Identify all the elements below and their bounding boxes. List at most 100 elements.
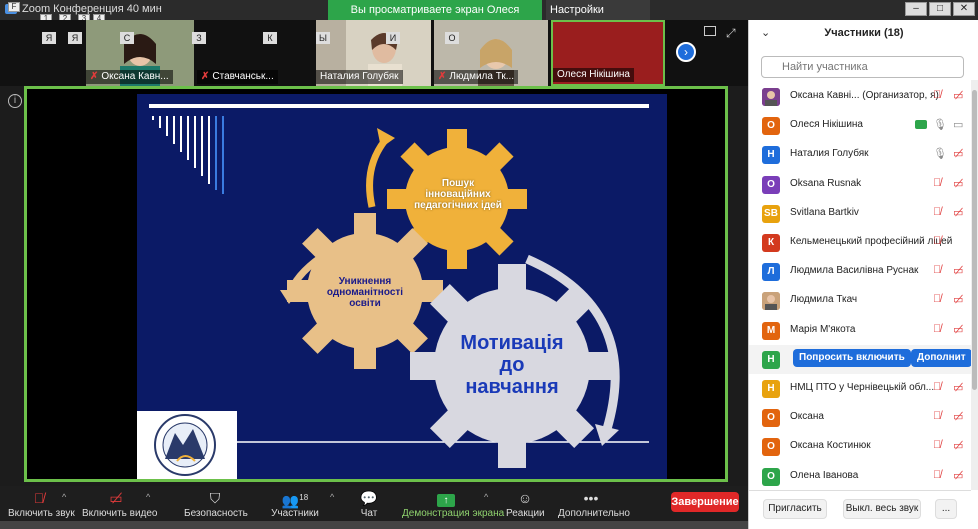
video-thumb-4[interactable]: ✗ Людмила Тк...	[434, 20, 548, 86]
participant-row[interactable]: O Oksana Rusnak 🎙̸ ▭̸	[749, 170, 971, 199]
mic-off-icon: 🎙̸	[933, 264, 942, 277]
participant-name: Oksana Rusnak	[790, 177, 862, 189]
next-page-button[interactable]: ›	[676, 42, 696, 62]
audio-options-caret[interactable]: ^	[62, 492, 66, 502]
invite-button[interactable]: Пригласить	[763, 499, 827, 519]
title-bar: Zoom Конференция 40 мин F 1 2 3 4 Вы про…	[0, 0, 978, 36]
video-off-icon: ▭̸	[953, 206, 964, 219]
letter-tile: З	[192, 32, 206, 44]
end-meeting-button[interactable]: Завершение	[671, 492, 739, 512]
college-logo	[137, 411, 237, 479]
video-off-icon: ▭̸	[953, 294, 964, 307]
participant-row[interactable]: Оксана Кавні... (Организатор, я) 🎙̸ ▭̸	[749, 82, 971, 111]
mic-off-icon: 🎙̸	[933, 322, 942, 335]
ask-to-unmute-button[interactable]: Попросить включить	[793, 348, 911, 367]
participant-row[interactable]: М Марія М'якота 🎙̸ ▭̸	[749, 316, 971, 345]
mic-off-icon: 🎙̸	[933, 176, 942, 189]
gallery-view-icon[interactable]	[704, 26, 716, 36]
participant-row[interactable]: К Кельменецький професійний ліцей 🎙̸	[749, 228, 971, 257]
participant-row[interactable]: Людмила Ткач 🎙̸ ▭̸	[749, 286, 971, 315]
participant-row[interactable]: О Олеся Нікішина 🎙 ▭	[749, 111, 971, 140]
video-off-icon: ▭̸	[953, 440, 964, 453]
participant-row[interactable]: О Оксана 🎙̸ ▭̸	[749, 403, 971, 432]
participant-row[interactable]: Н НМЦ ПТО у Чернівецькій обл... 🎙̸ ▭̸	[749, 374, 971, 403]
participant-row[interactable]: О Оксана Костинюк 🎙̸ ▭̸	[749, 432, 971, 461]
panel-header: ⌄ Участники (18)	[749, 20, 978, 48]
video-thumb-3[interactable]: Наталия Голубяк	[316, 20, 431, 86]
screen-share-icon	[915, 120, 927, 130]
mic-off-icon: 🎙̸	[933, 293, 942, 306]
scrollbar[interactable]	[971, 80, 978, 490]
participants-panel: ⌄ Участники (18) ⚲ Оксана Кавні... (Орга…	[748, 20, 978, 529]
mic-off-icon: 🎙̸	[33, 490, 45, 506]
participants-icon: 👥18	[281, 492, 309, 509]
thumb-name: ✗ Ставчанськ...	[197, 70, 278, 84]
share-banner: Вы просматриваете экран Олеся Нікішина	[328, 0, 542, 36]
mic-off-icon: 🎙̸	[933, 468, 942, 481]
mic-off-icon: ✗	[90, 71, 99, 82]
video-off-icon: ▭̸	[953, 265, 964, 278]
thumb-name: Наталия Голубяк	[316, 70, 403, 84]
maximize-button[interactable]: □	[929, 2, 951, 16]
avatar: К	[762, 234, 780, 252]
letter-tile: С	[120, 32, 134, 44]
video-icon: ▭	[953, 119, 964, 132]
avatar: О	[762, 409, 780, 428]
mute-all-button[interactable]: Выкл. весь звук	[843, 499, 921, 519]
os-taskbar	[0, 521, 748, 529]
more-dots-icon: •••	[583, 490, 599, 506]
video-options-caret[interactable]: ^	[146, 492, 150, 502]
video-thumb-1[interactable]: ✗ Оксана Кавн...	[86, 20, 194, 86]
participant-name: Оксана	[790, 411, 824, 423]
participants-options-caret[interactable]: ^	[330, 492, 334, 502]
share-screen-icon: ↑	[402, 488, 490, 508]
participant-name: Наталия Голубяк	[790, 148, 869, 160]
smiley-icon: ☺	[517, 490, 533, 506]
participant-row[interactable]: Н Наталия Голубяк 🎙 ▭̸	[749, 140, 971, 169]
fullscreen-icon[interactable]: ⤢	[726, 26, 736, 41]
participant-row[interactable]: О Олена Іванова 🎙̸ ▭̸	[749, 462, 971, 491]
participant-row[interactable]: Н Попросить включить Дополнит	[749, 344, 972, 374]
avatar: О	[762, 438, 780, 457]
participant-name: Марія М'якота	[790, 323, 856, 335]
view-settings-button[interactable]: Настройки просмотра ⌄	[546, 0, 650, 36]
share-options-caret[interactable]: ^	[484, 492, 488, 502]
participant-row[interactable]: SB Svitlana Bartkiv 🎙̸ ▭̸	[749, 199, 971, 228]
letter-tile: К	[263, 32, 277, 44]
more-options-button[interactable]: ...	[935, 499, 957, 519]
thumb-name: Олеся Нікішина	[553, 68, 634, 82]
thumb-name: ✗ Людмила Тк...	[434, 70, 519, 84]
avatar: О	[762, 117, 780, 136]
scroll-thumb[interactable]	[972, 90, 977, 390]
presentation-slide: Пошук інноваційних педагогічних ідей Уни…	[137, 94, 667, 479]
video-off-icon: ▭̸	[953, 411, 964, 424]
avatar: Н	[762, 380, 780, 398]
minimize-button[interactable]: –	[905, 2, 927, 16]
participant-name: Олена Іванова	[790, 469, 859, 481]
participant-search-input[interactable]	[761, 56, 964, 78]
mic-off-icon: 🎙̸	[933, 89, 942, 101]
gear-label-monotony: Уникнення одноманітності освіти	[326, 276, 404, 309]
mic-off-icon: 🎙̸	[933, 205, 942, 218]
avatar: SB	[762, 204, 780, 223]
screen-share-area: i Пошук інноваційних педагогічних ідей У…	[0, 86, 748, 486]
more-actions-button[interactable]: Дополнит	[911, 348, 972, 367]
avatar: М	[762, 321, 780, 340]
avatar: О	[762, 467, 780, 486]
participant-row[interactable]: Л Людмила Василівна Руснак 🎙̸ ▭̸	[749, 257, 971, 286]
close-button[interactable]: ✕	[953, 2, 975, 16]
mic-off-icon: 🎙̸	[933, 235, 942, 247]
video-off-icon: ▭̸	[953, 323, 964, 336]
panel-footer: Пригласить Выкл. весь звук ...	[749, 490, 971, 529]
video-thumb-active-speaker[interactable]: Олеся Нікішина	[551, 20, 665, 86]
letter-tile: Ы	[316, 32, 330, 44]
panel-title: Участники (18)	[824, 27, 904, 39]
letter-tile: Я	[42, 32, 56, 44]
gear-label-innovation: Пошук інноваційних педагогічних ідей	[414, 178, 502, 211]
participant-name: Людмила Василівна Руснак	[790, 265, 919, 277]
mic-off-icon: 🎙̸	[933, 439, 942, 452]
gear-label-motivation: Мотивація до навчання	[460, 332, 564, 398]
video-thumb-2[interactable]: ✗ Ставчанськ...	[197, 20, 309, 86]
info-icon[interactable]: i	[8, 94, 22, 108]
shield-icon: ⛉	[209, 490, 221, 506]
